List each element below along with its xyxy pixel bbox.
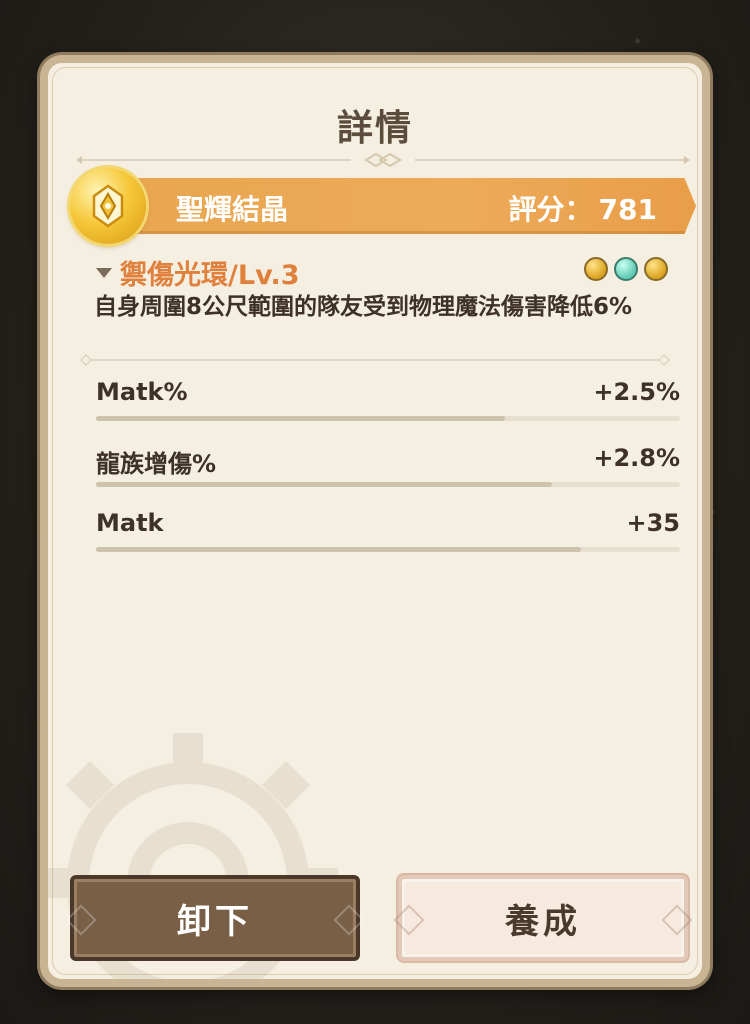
stat-row: Matk +35 (96, 507, 680, 569)
dialog-title: 詳情 (336, 108, 413, 149)
stat-label: Matk% (96, 378, 188, 406)
gold-gem-icon (584, 257, 608, 281)
gold-gem-icon (644, 257, 668, 281)
collapse-triangle-icon[interactable] (96, 267, 112, 278)
score-value: 781 (598, 193, 657, 226)
stat-bar-fill (96, 547, 581, 552)
stat-value: +35 (626, 509, 680, 537)
stat-value: +2.5% (593, 378, 680, 406)
button-ornament (65, 904, 97, 936)
upgrade-button-label: 養成 (505, 901, 581, 942)
button-ornament (333, 904, 365, 936)
stat-label: Matk (96, 509, 164, 537)
stat-row: 龍族增傷% +2.8% (96, 442, 680, 504)
section-divider (86, 359, 664, 361)
skill-description: 自身周圍8公尺範圍的隊友受到物理魔法傷害降低6% (94, 294, 633, 320)
stat-bar-fill (96, 416, 505, 421)
stat-value: +2.8% (593, 444, 680, 472)
stat-row: Matk% +2.5% (96, 376, 680, 438)
golden-crystal-icon (70, 168, 146, 244)
item-name: 聖輝結晶 (176, 193, 289, 226)
unequip-button[interactable]: 卸下 (65, 875, 365, 961)
stat-bar (96, 547, 680, 552)
stat-bar (96, 416, 680, 421)
gem-slots (584, 257, 668, 281)
button-ornament (393, 904, 425, 936)
stat-label: 龍族增傷% (96, 450, 217, 478)
skill-header[interactable]: 禦傷光環/Lv.3 (96, 253, 300, 292)
upgrade-button[interactable]: 養成 (393, 875, 693, 961)
skill-title: 禦傷光環/Lv.3 (120, 260, 300, 291)
teal-gem-icon (614, 257, 638, 281)
unequip-button-label: 卸下 (177, 901, 253, 942)
stat-bar-fill (96, 482, 552, 487)
button-ornament (661, 904, 693, 936)
title-divider (76, 153, 690, 167)
item-detail-dialog: 詳情 聖輝結晶 評分： 781 禦傷光環/Lv.3 自身周圍8公尺範圍的隊友受到物… (40, 55, 710, 987)
score-label: 評分： (508, 193, 593, 226)
stat-bar (96, 482, 680, 487)
item-score: 評分： 781 (509, 188, 657, 228)
